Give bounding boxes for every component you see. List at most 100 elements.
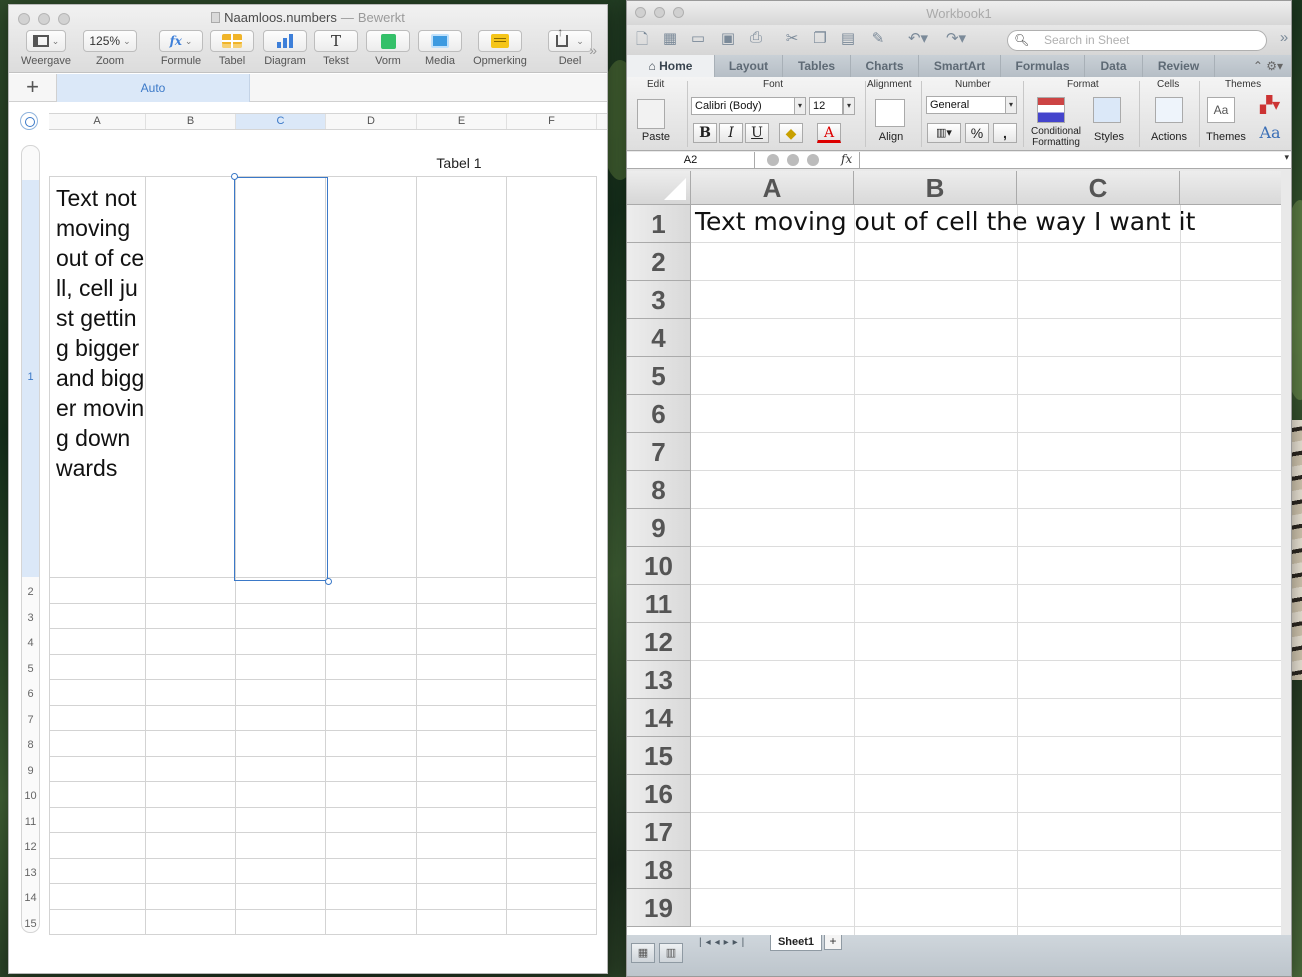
actions-button-label[interactable]: Actions (1145, 131, 1193, 143)
styles-button-label[interactable]: Styles (1087, 131, 1131, 143)
themes-button-label[interactable]: Themes (1201, 131, 1251, 143)
toolbar-comment-button[interactable]: Opmerking (465, 30, 535, 67)
cell-d15[interactable] (326, 909, 417, 934)
tab-layout[interactable]: Layout (715, 55, 783, 77)
cell-b1[interactable] (146, 177, 236, 577)
cell-e11[interactable] (417, 807, 507, 832)
cell-e8[interactable] (417, 731, 507, 756)
cell-a15[interactable] (49, 909, 146, 934)
cell-e14[interactable] (417, 884, 507, 909)
cell-e7[interactable] (417, 705, 507, 730)
cell-a9[interactable] (49, 756, 146, 781)
cell-f1[interactable] (507, 177, 597, 577)
normal-view-icon[interactable]: ▦ (631, 943, 655, 963)
column-header-d[interactable]: D (326, 114, 417, 129)
font-color-button[interactable]: A (817, 123, 841, 143)
confirm-formula-icon[interactable] (787, 154, 799, 166)
row-header-18[interactable]: 18 (627, 851, 691, 889)
row-header-3[interactable]: 3 (627, 281, 691, 319)
redo-icon[interactable]: ↷▾ (941, 29, 971, 49)
cell-c15[interactable] (236, 909, 326, 934)
row-header-14[interactable]: 14 (21, 892, 40, 904)
row-header-15[interactable]: 15 (21, 918, 40, 930)
cell-c7[interactable] (236, 705, 326, 730)
paste-clipboard-icon[interactable] (637, 99, 665, 129)
cell-f15[interactable] (507, 909, 597, 934)
cut-icon[interactable]: ✂ (781, 29, 803, 49)
sheet-tab-sheet1[interactable]: Sheet1 (770, 935, 822, 951)
cell-d13[interactable] (326, 858, 417, 883)
bold-button[interactable]: B (693, 123, 717, 143)
cell-b14[interactable] (146, 884, 236, 909)
cell-f13[interactable] (507, 858, 597, 883)
tab-review[interactable]: Review (1143, 55, 1215, 77)
percent-button[interactable]: % (965, 123, 989, 143)
column-header-d[interactable]: D (1180, 171, 1281, 205)
row-header-8[interactable]: 8 (21, 739, 40, 751)
comma-button[interactable]: , (993, 123, 1017, 143)
cell-a8[interactable] (49, 731, 146, 756)
cell-b4[interactable] (146, 629, 236, 654)
cell-c8[interactable] (236, 731, 326, 756)
cell-f7[interactable] (507, 705, 597, 730)
cell-d6[interactable] (326, 680, 417, 705)
column-header-b[interactable]: B (854, 171, 1017, 205)
cell-a10[interactable] (49, 782, 146, 807)
sheet-tab-auto[interactable]: Auto (57, 74, 250, 102)
tab-home[interactable]: ⌂ Home (627, 55, 715, 77)
cell-b12[interactable] (146, 833, 236, 858)
cell-a2[interactable] (49, 578, 146, 603)
column-header-b[interactable]: B (146, 114, 236, 129)
toolbar-chart-button[interactable]: Diagram (255, 30, 315, 67)
cell-f4[interactable] (507, 629, 597, 654)
cell-d14[interactable] (326, 884, 417, 909)
cell-d1[interactable] (326, 177, 417, 577)
toolbar-shape-button[interactable]: Vorm (361, 30, 415, 67)
row-header-17[interactable]: 17 (627, 813, 691, 851)
new-document-icon[interactable]: 🗋︎ (631, 29, 653, 49)
cell-b5[interactable] (146, 654, 236, 679)
tab-data[interactable]: Data (1085, 55, 1143, 77)
undo-icon[interactable]: ↶▾ (903, 29, 933, 49)
cell-a11[interactable] (49, 807, 146, 832)
tab-tables[interactable]: Tables (783, 55, 851, 77)
font-name-dropdown-icon[interactable]: ▾ (794, 97, 806, 115)
themes-icon[interactable]: Aa (1207, 97, 1235, 123)
paste-icon[interactable]: ▤ (837, 29, 859, 49)
save-icon[interactable]: ▣ (717, 29, 739, 49)
cell-b15[interactable] (146, 909, 236, 934)
column-header-a[interactable]: A (691, 171, 854, 205)
cell-c5[interactable] (236, 654, 326, 679)
cell-e4[interactable] (417, 629, 507, 654)
cell-f12[interactable] (507, 833, 597, 858)
formula-input[interactable] (859, 152, 1273, 168)
row-header-10[interactable]: 10 (627, 547, 691, 585)
font-size-dropdown-icon[interactable]: ▾ (843, 97, 855, 115)
cell-a13[interactable] (49, 858, 146, 883)
toolbar-table-button[interactable]: Tabel (205, 30, 259, 67)
row-header-4[interactable]: 4 (627, 319, 691, 357)
cell-e1[interactable] (417, 177, 507, 577)
cell-f2[interactable] (507, 578, 597, 603)
paste-button-label[interactable]: Paste (633, 131, 679, 143)
column-header-a[interactable]: A (49, 114, 146, 129)
row-header-9[interactable]: 9 (21, 765, 40, 777)
cell-f5[interactable] (507, 654, 597, 679)
column-header-c[interactable]: C (1017, 171, 1180, 205)
cell-b3[interactable] (146, 603, 236, 628)
cell-c13[interactable] (236, 858, 326, 883)
theme-colors-icon[interactable]: ▞▾ (1255, 95, 1285, 115)
cell-c6[interactable] (236, 680, 326, 705)
row-header-1[interactable]: 1 (627, 205, 691, 243)
cell-b7[interactable] (146, 705, 236, 730)
cell-d4[interactable] (326, 629, 417, 654)
insert-function-button[interactable]: fx (841, 152, 852, 166)
row-header-16[interactable]: 16 (627, 775, 691, 813)
cell-e9[interactable] (417, 756, 507, 781)
row-header-9[interactable]: 9 (627, 509, 691, 547)
selection-handle-top-left[interactable] (231, 173, 238, 180)
row-header-6[interactable]: 6 (627, 395, 691, 433)
font-name-field[interactable]: Calibri (Body) (691, 97, 795, 115)
row-header-3[interactable]: 3 (21, 612, 40, 624)
cell-b11[interactable] (146, 807, 236, 832)
